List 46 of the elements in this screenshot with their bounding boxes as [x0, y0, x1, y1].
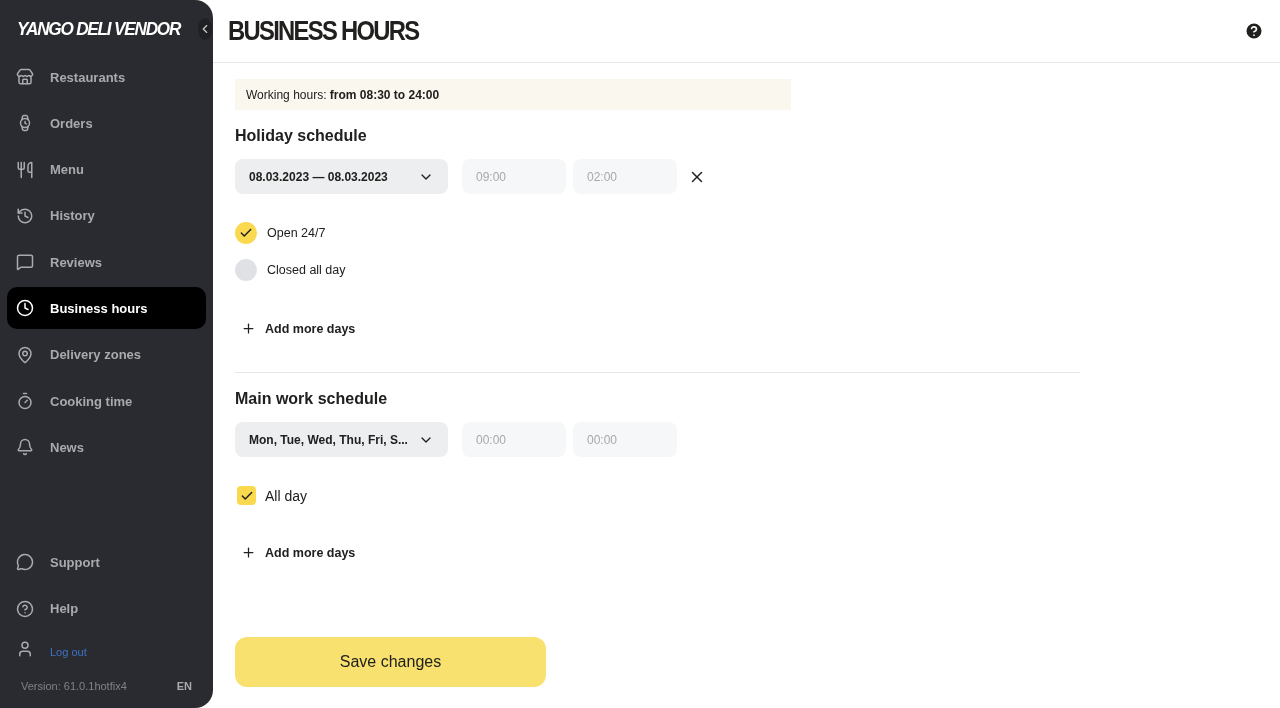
- nav-item[interactable]: News: [7, 426, 206, 469]
- working-hours-note: Working hours: from 08:30 to 24:00: [235, 79, 791, 110]
- page-title: BUSINESS HOURS: [228, 15, 419, 47]
- nav-item[interactable]: Restaurants: [7, 56, 206, 98]
- help-icon: [16, 599, 34, 618]
- map-pin-icon: [16, 345, 34, 364]
- nav-item[interactable]: Orders: [7, 102, 206, 145]
- clock-icon: [16, 299, 34, 318]
- save-button[interactable]: Save changes: [235, 637, 546, 687]
- nav-item[interactable]: Help: [7, 587, 206, 630]
- language-label: EN: [176, 680, 192, 692]
- version-text: Version: 61.0.1hotfix4: [21, 680, 127, 692]
- radio-button[interactable]: [235, 259, 257, 281]
- nav-item[interactable]: Cooking time: [7, 380, 206, 423]
- nav-item[interactable]: Business hours: [7, 287, 206, 330]
- nav-item[interactable]: Support: [7, 541, 206, 584]
- radio-button[interactable]: [235, 222, 257, 244]
- check-icon: [239, 226, 253, 240]
- checkbox[interactable]: [237, 486, 256, 505]
- fork-knife-icon: [16, 160, 34, 179]
- history-icon: [16, 206, 34, 225]
- section-title: Main work schedule: [235, 390, 389, 408]
- plus-icon: [241, 545, 256, 560]
- logout-link[interactable]: Log out: [50, 646, 87, 658]
- nav-item[interactable]: Delivery zones: [7, 333, 206, 376]
- days-select[interactable]: Mon, Tue, Wed, Thu, Fri, S...: [235, 422, 448, 457]
- logo: YANGO DELI VENDOR: [17, 18, 181, 40]
- nav-item[interactable]: Menu: [7, 148, 206, 191]
- option-label: Closed all day: [267, 263, 346, 277]
- nav-item[interactable]: Reviews: [7, 241, 206, 284]
- date-range-select[interactable]: 08.03.2023 — 08.03.2023: [235, 159, 448, 194]
- option-label: Open 24/7: [267, 226, 326, 240]
- plus-icon: [241, 321, 256, 336]
- add-days-button[interactable]: Add more days: [235, 545, 356, 560]
- section-title: Holiday schedule: [235, 127, 368, 145]
- speech-bubble-icon: [16, 253, 34, 272]
- add-days-button[interactable]: Add more days: [235, 321, 356, 336]
- collapse-button[interactable]: [198, 18, 213, 40]
- help-icon[interactable]: [1244, 21, 1264, 41]
- chat-bubble-icon: [16, 553, 34, 572]
- bell-icon: [16, 438, 34, 457]
- checkbox-label: All day: [265, 487, 308, 504]
- nav-item[interactable]: History: [7, 194, 206, 237]
- user-icon: [16, 640, 34, 658]
- stopwatch-icon: [16, 392, 34, 411]
- store-icon: [16, 68, 34, 86]
